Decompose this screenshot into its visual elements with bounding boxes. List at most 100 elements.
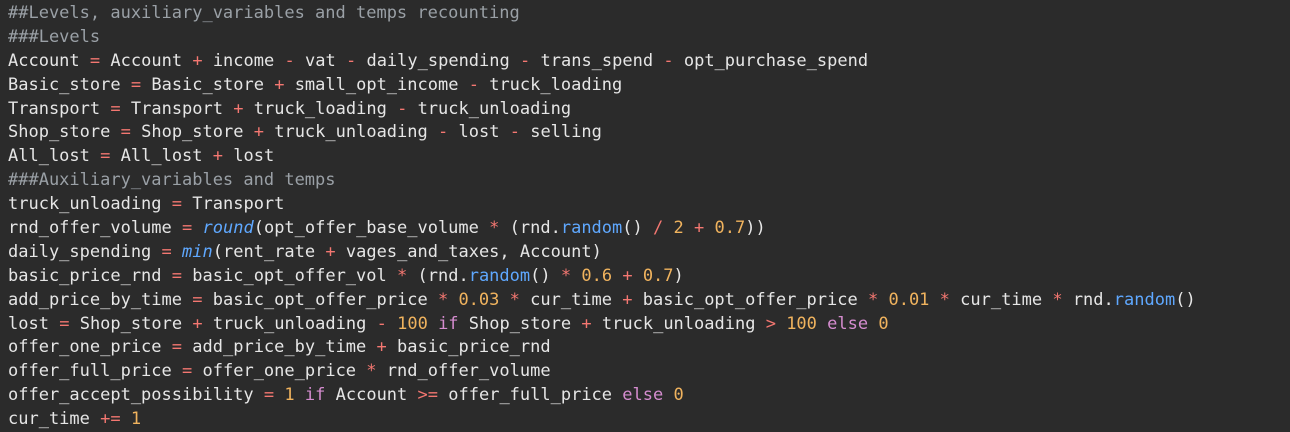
punctuation (428, 290, 438, 310)
punctuation (663, 218, 673, 238)
punctuation: )) (745, 218, 766, 239)
punctuation (325, 385, 335, 405)
identifier: rnd_offer_volume (8, 218, 172, 239)
code-line: ##Levels, auxiliary_variables and temps … (0, 2, 1290, 26)
punctuation (1042, 290, 1052, 310)
punctuation: ( (499, 218, 520, 239)
punctuation (520, 290, 530, 310)
identifier: lost (233, 146, 275, 167)
identifier: add_price_by_time (192, 337, 367, 358)
operator: + (274, 74, 285, 95)
method-name: random (1113, 289, 1176, 310)
code-line: basic_price_rnd = basic_opt_offer_vol * … (0, 265, 1290, 289)
identifier: truck_loading (253, 98, 387, 119)
operator: * (397, 265, 408, 286)
identifier: All_lost (8, 146, 90, 167)
operator: = (263, 385, 275, 406)
punctuation (100, 99, 110, 119)
identifier: truck_unloading (212, 313, 367, 334)
identifier: add_price_by_time (8, 289, 182, 310)
operator: = (171, 194, 183, 215)
operator: + (325, 241, 336, 262)
operator: = (110, 98, 121, 119)
punctuation (499, 122, 509, 142)
punctuation (663, 385, 673, 405)
identifier: lost (8, 313, 49, 334)
punctuation (243, 122, 253, 142)
identifier: Account (335, 385, 408, 406)
punctuation (315, 242, 325, 262)
punctuation (459, 314, 469, 334)
punctuation (274, 385, 284, 405)
identifier: truck_unloading (601, 313, 756, 334)
number-literal: 0.01 (888, 289, 930, 310)
identifier: truck_loading (489, 74, 623, 95)
number-literal: 100 (397, 313, 428, 334)
method-name: random (468, 265, 531, 286)
builtin-function: min (182, 241, 213, 262)
identifier: basic_opt_offer_price (212, 289, 428, 310)
punctuation (162, 266, 172, 286)
operator: + (622, 265, 633, 286)
operator: = (100, 146, 111, 167)
punctuation (172, 361, 182, 381)
code-line: ###Levels (0, 26, 1290, 50)
punctuation (510, 51, 520, 71)
punctuation (295, 51, 305, 71)
identifier: daily_spending (366, 50, 510, 71)
punctuation (172, 242, 182, 262)
code-line: Basic_store = Basic_store + small_opt_in… (0, 74, 1290, 98)
identifier: cur_time (530, 289, 613, 310)
punctuation (612, 290, 622, 310)
identifier: truck_unloading (274, 122, 428, 143)
builtin-function: round (202, 218, 254, 239)
identifier: lost (458, 122, 500, 143)
punctuation (633, 266, 643, 286)
punctuation (284, 75, 294, 95)
punctuation (110, 122, 120, 142)
punctuation (182, 51, 192, 71)
identifier: basic_opt_offer_vol (192, 265, 387, 286)
code-line: offer_one_price = add_price_by_time + ba… (0, 336, 1290, 360)
code-line: daily_spending = min(rent_rate + vages_a… (0, 241, 1290, 265)
operator: = (182, 361, 193, 382)
operator: >= (417, 385, 439, 406)
punctuation (80, 51, 90, 71)
punctuation (448, 122, 458, 142)
identifier: selling (530, 122, 602, 143)
punctuation: ( (253, 218, 264, 239)
identifier: cur_time (8, 409, 90, 430)
punctuation: () (622, 218, 653, 239)
punctuation (929, 290, 939, 310)
punctuation (633, 290, 643, 310)
punctuation (254, 385, 264, 405)
punctuation (182, 266, 192, 286)
identifier: Shop_store (79, 313, 183, 334)
punctuation (295, 385, 305, 405)
code-editor[interactable]: ##Levels, auxiliary_variables and temps … (0, 0, 1290, 432)
punctuation (100, 51, 110, 71)
operator: + (192, 313, 203, 334)
operator: + (192, 50, 203, 71)
identifier: basic_price_rnd (8, 265, 162, 286)
punctuation (121, 409, 131, 429)
punctuation (49, 314, 59, 334)
identifier: Transport (130, 98, 223, 119)
identifier: rent_rate (223, 241, 316, 262)
punctuation (203, 314, 213, 334)
punctuation (684, 218, 694, 238)
identifier: truck_unloading (8, 194, 162, 215)
identifier: Shop_store (468, 313, 572, 334)
punctuation (366, 337, 376, 357)
keyword: else (622, 385, 664, 406)
punctuation (458, 75, 468, 95)
punctuation (151, 242, 161, 262)
number-literal: 1 (284, 385, 295, 406)
punctuation (387, 314, 397, 334)
operator: + (693, 218, 705, 239)
identifier: truck_unloading (417, 98, 572, 119)
operator: = (59, 313, 70, 334)
code-line: Account = Account + income - vat - daily… (0, 50, 1290, 74)
identifier: Basic_store (8, 74, 121, 95)
operator: * (489, 218, 500, 239)
